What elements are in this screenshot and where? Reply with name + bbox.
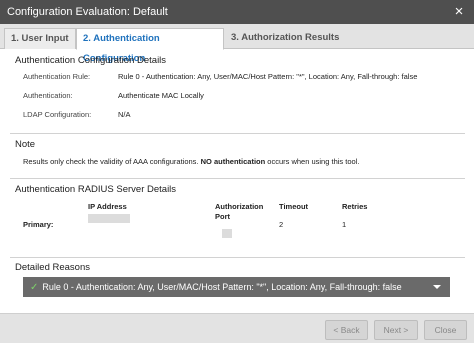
note-text: Results only check the validity of AAA c… xyxy=(23,157,360,166)
auth-rule-value: Rule 0 - Authentication: Any, User/MAC/H… xyxy=(118,72,418,81)
reason-item-dropdown[interactable]: ✓ Rule 0 - Authentication: Any, User/MAC/… xyxy=(23,277,450,297)
auth-details-title: Authentication Configuration Details xyxy=(15,55,167,66)
close-button[interactable]: Close xyxy=(424,320,467,340)
divider xyxy=(10,133,465,134)
primary-retries: 1 xyxy=(342,220,347,229)
check-icon: ✓ xyxy=(30,282,39,293)
reasons-title: Detailed Reasons xyxy=(15,262,90,273)
next-button[interactable]: Next > xyxy=(374,320,418,340)
back-button[interactable]: < Back xyxy=(325,320,368,340)
dialog-footer: < Back Next > Close xyxy=(0,313,474,343)
timeout-header: Timeout xyxy=(279,202,309,211)
authentication-value: Authenticate MAC Locally xyxy=(118,91,204,100)
tab-authorization-results[interactable]: 3. Authorization Results xyxy=(225,28,365,49)
primary-timeout: 2 xyxy=(279,220,284,229)
tab-user-input[interactable]: 1. User Input xyxy=(4,28,76,49)
divider xyxy=(10,257,465,258)
auth-rule-label: Authentication Rule: xyxy=(23,72,91,81)
config-evaluation-dialog: Configuration Evaluation: Default × 1. U… xyxy=(0,0,474,343)
authentication-label: Authentication: xyxy=(23,91,73,100)
ip-address-header: IP Address xyxy=(88,202,127,211)
window-title: Configuration Evaluation: Default xyxy=(7,6,168,18)
redacted-port xyxy=(222,229,232,238)
radius-title: Authentication RADIUS Server Details xyxy=(15,184,177,195)
retries-header: Retries xyxy=(342,202,368,211)
redacted-ip-address xyxy=(88,214,130,223)
reason-item-text: Rule 0 - Authentication: Any, User/MAC/H… xyxy=(42,282,402,292)
title-bar: Configuration Evaluation: Default × xyxy=(0,0,474,24)
chevron-down-icon[interactable] xyxy=(433,285,441,289)
tab-strip: 1. User Input 2. Authentication Configur… xyxy=(0,24,474,64)
ldap-config-label: LDAP Configuration: xyxy=(23,110,92,119)
primary-label: Primary: xyxy=(23,220,54,229)
divider xyxy=(10,178,465,179)
note-title: Note xyxy=(15,139,36,150)
authorization-port-header: Authorization xyxy=(215,202,264,211)
tab-authentication-configuration[interactable]: 2. Authentication Configuration xyxy=(76,28,224,64)
ldap-config-value: N/A xyxy=(118,110,131,119)
close-icon[interactable]: × xyxy=(452,0,466,24)
authorization-port-header: Port xyxy=(215,212,230,221)
